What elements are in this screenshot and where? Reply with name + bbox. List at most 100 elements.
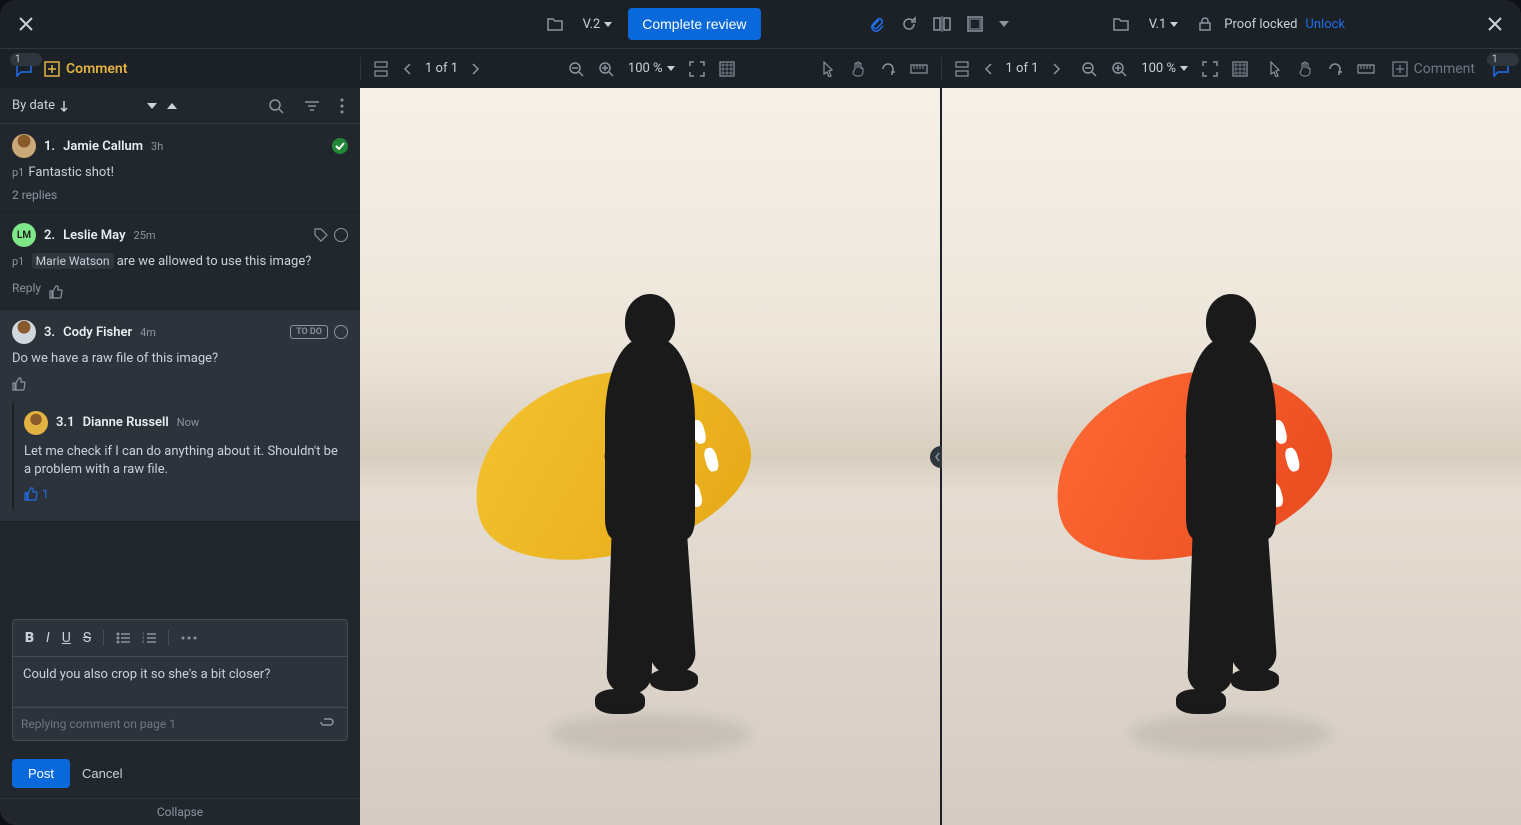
search-icon[interactable] [264, 94, 288, 118]
strikethrough-icon[interactable]: S [79, 626, 95, 650]
comment-button-right[interactable]: Comment [1392, 61, 1483, 77]
italic-icon[interactable]: I [42, 626, 54, 650]
zoom-selector[interactable]: 100 % [624, 61, 679, 76]
rotate-icon[interactable] [876, 57, 900, 81]
folder-icon[interactable] [543, 13, 567, 35]
comment-count-badge-right: 1 [1487, 53, 1519, 66]
tag-icon[interactable] [314, 228, 328, 242]
more-formatting-icon[interactable] [177, 632, 201, 644]
actual-size-icon-right[interactable] [1228, 57, 1252, 81]
comment-time: 4m [140, 326, 156, 339]
comment-button[interactable]: Comment [44, 61, 127, 77]
zoom-in-icon[interactable] [594, 57, 618, 81]
zoom-out-icon-right[interactable] [1077, 57, 1101, 81]
rotate-icon-right[interactable] [1323, 57, 1347, 81]
viewer-right[interactable] [942, 88, 1521, 825]
folder-icon-right[interactable] [1109, 13, 1133, 35]
bold-icon[interactable]: B [21, 626, 38, 650]
reply-number: 3.1 [56, 415, 75, 430]
replies-count[interactable]: 2 replies [12, 188, 348, 202]
comment-bubble-icon-right[interactable]: 1 [1489, 57, 1513, 81]
next-page-icon[interactable] [468, 59, 484, 79]
chevron-up-icon[interactable] [167, 103, 177, 109]
avatar: LM [12, 223, 36, 247]
mention-tag[interactable]: Marie Watson [32, 253, 114, 269]
actual-size-icon[interactable] [715, 57, 739, 81]
like-button[interactable] [12, 377, 348, 391]
version-label: V.2 [583, 17, 601, 32]
editor-actions: Post Cancel [0, 749, 360, 798]
prev-page-icon[interactable] [399, 59, 415, 79]
sort-selector[interactable]: By date [12, 98, 177, 113]
header: V.2 Complete review V.1 Pro [0, 0, 1521, 48]
version-selector-left[interactable]: V.2 [575, 13, 621, 36]
status-circle-icon[interactable] [334, 325, 348, 339]
unlock-link[interactable]: Unlock [1305, 17, 1345, 32]
comment-item[interactable]: LM 2. Leslie May 25m p1 Marie Watson are… [0, 213, 360, 310]
post-button[interactable]: Post [12, 759, 70, 788]
zoom-selector-right[interactable]: 100 % [1137, 61, 1192, 76]
chevron-down-icon[interactable] [995, 17, 1013, 31]
cancel-button[interactable]: Cancel [82, 766, 122, 781]
compare-icon[interactable] [929, 12, 955, 36]
reply-author: Dianne Russell [83, 415, 169, 430]
bullet-list-icon[interactable] [112, 628, 134, 648]
layout-icon[interactable] [963, 12, 987, 36]
pointer-icon-right[interactable] [1265, 57, 1287, 81]
next-page-icon-right[interactable] [1049, 59, 1065, 79]
more-icon[interactable] [336, 94, 348, 118]
avatar [12, 320, 36, 344]
close-icon[interactable] [12, 10, 40, 38]
reply-editor: B I U S 123 Could you also crop it so sh… [12, 619, 348, 741]
comment-item[interactable]: 3. Cody Fisher 4m TO DO Do we have a raw… [0, 310, 360, 522]
toolbar: 1 Comment 1 of 1 100 % [0, 48, 1521, 88]
ruler-icon-right[interactable] [1353, 60, 1379, 78]
underline-icon[interactable]: U [58, 626, 75, 650]
like-button[interactable]: 1 [24, 487, 338, 501]
editor-textarea[interactable]: Could you also crop it so she's a bit cl… [13, 657, 347, 707]
filter-icon[interactable] [300, 96, 324, 116]
zoom-in-icon-right[interactable] [1107, 57, 1131, 81]
viewer-left[interactable] [360, 88, 940, 825]
viewer-area [360, 88, 1521, 825]
comment-bubble-icon[interactable]: 1 [12, 57, 36, 81]
pages-icon[interactable] [369, 57, 393, 81]
zoom-out-icon[interactable] [564, 57, 588, 81]
editor-footer-label: Replying comment on page 1 [21, 717, 176, 731]
fit-icon-right[interactable] [1198, 57, 1222, 81]
pages-icon-right[interactable] [950, 57, 974, 81]
comment-author: Cody Fisher [63, 325, 132, 340]
comment-text: Fantastic shot! [28, 165, 114, 180]
attachment-icon[interactable] [315, 714, 339, 734]
close-icon-right[interactable] [1481, 10, 1509, 38]
pointer-icon[interactable] [818, 57, 840, 81]
comment-number: 2. [44, 228, 55, 243]
hand-icon-right[interactable] [1293, 57, 1317, 81]
comment-time: 25m [134, 229, 156, 242]
comment-text: are we allowed to use this image? [117, 254, 312, 269]
like-count: 1 [42, 487, 49, 501]
comment-author: Jamie Callum [63, 139, 143, 154]
comment-label-text: Comment [66, 61, 127, 77]
chevron-down-icon[interactable] [147, 103, 157, 109]
like-button[interactable] [49, 285, 63, 299]
reply-link[interactable]: Reply [12, 281, 41, 295]
version-selector-right[interactable]: V.1 [1141, 13, 1187, 36]
complete-review-button[interactable]: Complete review [628, 8, 760, 40]
comments-list: 1. Jamie Callum 3h p1Fantastic shot! 2 r… [0, 124, 360, 611]
status-circle-icon[interactable] [334, 228, 348, 242]
hand-icon[interactable] [846, 57, 870, 81]
comment-time: 3h [151, 140, 163, 153]
ruler-icon[interactable] [906, 60, 932, 78]
numbered-list-icon[interactable]: 123 [138, 628, 160, 648]
comment-item[interactable]: 1. Jamie Callum 3h p1Fantastic shot! 2 r… [0, 124, 360, 213]
collapse-button[interactable]: Collapse [0, 798, 360, 825]
fit-icon[interactable] [685, 57, 709, 81]
prev-page-icon-right[interactable] [980, 59, 996, 79]
refresh-icon[interactable] [897, 12, 921, 36]
version-label-right: V.1 [1149, 17, 1167, 32]
reply-item: 3.1 Dianne Russell Now Let me check if I… [12, 401, 348, 511]
attachment-icon[interactable] [865, 12, 889, 36]
reply-time: Now [177, 416, 199, 429]
avatar [12, 134, 36, 158]
